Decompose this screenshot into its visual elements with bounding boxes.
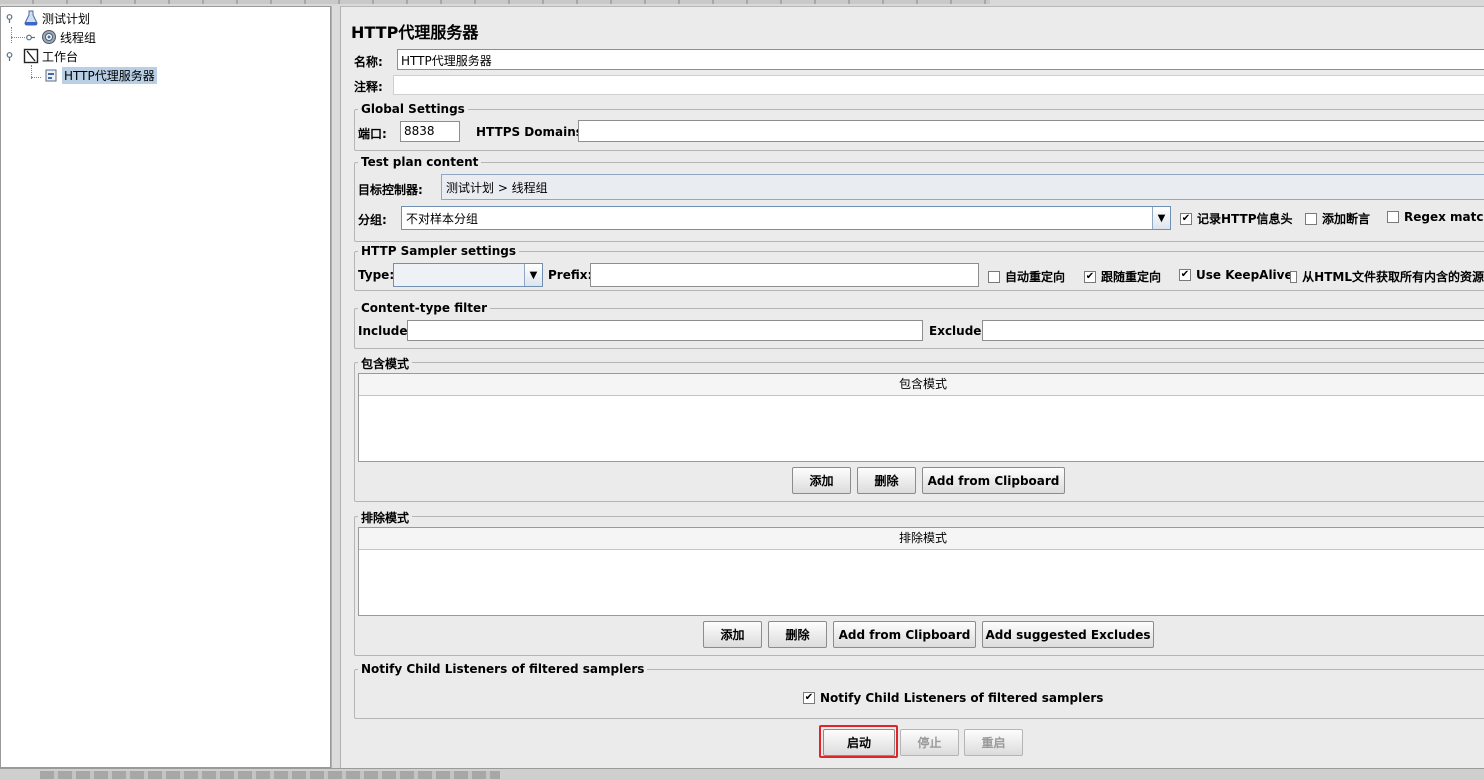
regex-matching-label: Regex matchi bbox=[1404, 210, 1484, 224]
test-plan-content-title: Test plan content bbox=[358, 155, 482, 169]
add-assertions-checkbox[interactable]: 添加断言 bbox=[1305, 210, 1370, 227]
test-plan-tree[interactable]: 测试计划 线程组 工作台 HTTP代理服务器 bbox=[0, 6, 331, 768]
notify-title: Notify Child Listeners of filtered sampl… bbox=[358, 662, 648, 676]
tree-label-http-proxy: HTTP代理服务器 bbox=[62, 66, 157, 84]
tree-node-thread-group[interactable]: 线程组 bbox=[41, 28, 96, 46]
global-settings-title: Global Settings bbox=[358, 102, 468, 116]
check-icon: ✔ bbox=[1179, 269, 1191, 281]
tree-label-thread-group: 线程组 bbox=[60, 30, 97, 45]
gear-icon bbox=[42, 30, 56, 44]
comment-label: 注释: bbox=[354, 80, 383, 94]
page-title: HTTP代理服务器 bbox=[351, 23, 479, 42]
exclude-patterns-table[interactable]: 排除模式 bbox=[358, 527, 1484, 616]
target-controller-select[interactable]: 测试计划 > 线程组 bbox=[441, 174, 1484, 200]
embedded-resources-label: 从HTML文件获取所有内含的资源 bbox=[1302, 270, 1484, 284]
tree-guide-line bbox=[11, 27, 12, 43]
workbench-icon bbox=[23, 48, 39, 64]
check-icon: ✔ bbox=[803, 692, 815, 704]
check-icon: ✔ bbox=[1180, 212, 1192, 225]
include-patterns-table[interactable]: 包含模式 bbox=[358, 373, 1484, 462]
content-type-filter-title: Content-type filter bbox=[358, 301, 490, 315]
blurred-status-text bbox=[40, 771, 500, 779]
name-input[interactable]: HTTP代理服务器 bbox=[397, 49, 1484, 70]
add-suggested-excludes-button[interactable]: Add suggested Excludes bbox=[982, 621, 1154, 648]
tree-node-http-proxy[interactable]: HTTP代理服务器 bbox=[43, 66, 157, 84]
pane-splitter[interactable] bbox=[331, 6, 341, 768]
record-headers-label: 记录HTTP信息头 bbox=[1197, 212, 1293, 226]
include-label: Include: bbox=[358, 324, 413, 338]
include-patterns-column-header[interactable]: 包含模式 bbox=[359, 374, 1484, 396]
grouping-value: 不对样本分组 bbox=[406, 211, 479, 226]
restart-button[interactable]: 重启 bbox=[964, 729, 1023, 756]
chevron-down-icon[interactable]: ▼ bbox=[524, 264, 542, 286]
follow-redirect-label: 跟随重定向 bbox=[1101, 270, 1162, 284]
comment-input[interactable] bbox=[393, 75, 1484, 95]
exclude-patterns-title: 排除模式 bbox=[358, 509, 413, 526]
include-input[interactable] bbox=[407, 320, 923, 341]
exclude-patterns-column-header[interactable]: 排除模式 bbox=[359, 528, 1484, 550]
target-controller-value: 测试计划 > 线程组 bbox=[446, 180, 548, 195]
record-headers-checkbox[interactable]: ✔ 记录HTTP信息头 bbox=[1180, 210, 1293, 227]
prefix-input[interactable] bbox=[590, 263, 979, 287]
exclude-input[interactable] bbox=[982, 320, 1484, 341]
name-label: 名称: bbox=[354, 55, 383, 69]
stop-button[interactable]: 停止 bbox=[900, 729, 959, 756]
type-label: Type: bbox=[358, 268, 395, 282]
add-assertions-label: 添加断言 bbox=[1322, 212, 1371, 226]
auto-redirect-checkbox[interactable]: 自动重定向 bbox=[988, 268, 1065, 285]
port-input[interactable]: 8838 bbox=[400, 121, 460, 142]
keepalive-checkbox[interactable]: ✔ Use KeepAlive bbox=[1179, 268, 1293, 282]
regex-matching-checkbox[interactable]: Regex matchi bbox=[1387, 210, 1484, 224]
grouping-label: 分组: bbox=[358, 213, 387, 227]
proxy-server-icon bbox=[45, 69, 57, 82]
tree-guide-line bbox=[31, 77, 41, 78]
target-controller-label: 目标控制器: bbox=[358, 183, 423, 197]
status-strip bbox=[0, 768, 1484, 780]
tree-label-workbench: 工作台 bbox=[42, 49, 79, 64]
chevron-down-icon[interactable]: ▼ bbox=[1152, 207, 1170, 229]
exclude-label: Exclude: bbox=[929, 324, 987, 338]
exclude-add-from-clipboard-button[interactable]: Add from Clipboard bbox=[833, 621, 976, 648]
include-delete-button[interactable]: 删除 bbox=[857, 467, 916, 494]
notify-child-listeners-checkbox[interactable]: ✔ Notify Child Listeners of filtered sam… bbox=[803, 691, 1103, 705]
tree-expand-handle-icon[interactable] bbox=[5, 52, 14, 61]
sampler-settings-title: HTTP Sampler settings bbox=[358, 244, 519, 258]
tree-collapse-handle-icon[interactable] bbox=[26, 33, 35, 42]
port-label: 端口: bbox=[358, 127, 387, 141]
prefix-label: Prefix: bbox=[548, 268, 593, 282]
tree-node-test-plan[interactable]: 测试计划 bbox=[23, 9, 90, 27]
https-domains-label: HTTPS Domains : bbox=[476, 125, 592, 139]
https-domains-input[interactable] bbox=[578, 120, 1484, 142]
check-icon: ✔ bbox=[1084, 270, 1096, 283]
tree-guide-line bbox=[11, 37, 25, 38]
embedded-resources-checkbox[interactable]: 从HTML文件获取所有内含的资源 bbox=[1290, 268, 1484, 285]
keepalive-label: Use KeepAlive bbox=[1196, 268, 1293, 282]
grouping-select[interactable]: 不对样本分组 ▼ bbox=[401, 206, 1171, 230]
toolbar-strip bbox=[0, 0, 990, 4]
tree-label-test-plan: 测试计划 bbox=[42, 11, 91, 26]
notify-child-listeners-label: Notify Child Listeners of filtered sampl… bbox=[820, 691, 1104, 705]
include-add-button[interactable]: 添加 bbox=[792, 467, 851, 494]
tree-node-workbench[interactable]: 工作台 bbox=[23, 47, 78, 65]
flask-icon bbox=[24, 10, 38, 26]
exclude-add-button[interactable]: 添加 bbox=[703, 621, 762, 648]
proxy-config-panel: HTTP代理服务器 名称: HTTP代理服务器 注释: Global Setti… bbox=[341, 6, 1484, 768]
tree-expand-handle-icon[interactable] bbox=[5, 14, 14, 23]
auto-redirect-label: 自动重定向 bbox=[1005, 270, 1066, 284]
follow-redirect-checkbox[interactable]: ✔ 跟随重定向 bbox=[1084, 268, 1161, 285]
include-patterns-title: 包含模式 bbox=[358, 355, 413, 372]
type-select[interactable]: ▼ bbox=[393, 263, 543, 287]
start-button-highlight bbox=[819, 725, 898, 758]
include-add-from-clipboard-button[interactable]: Add from Clipboard bbox=[922, 467, 1065, 494]
exclude-delete-button[interactable]: 删除 bbox=[768, 621, 827, 648]
